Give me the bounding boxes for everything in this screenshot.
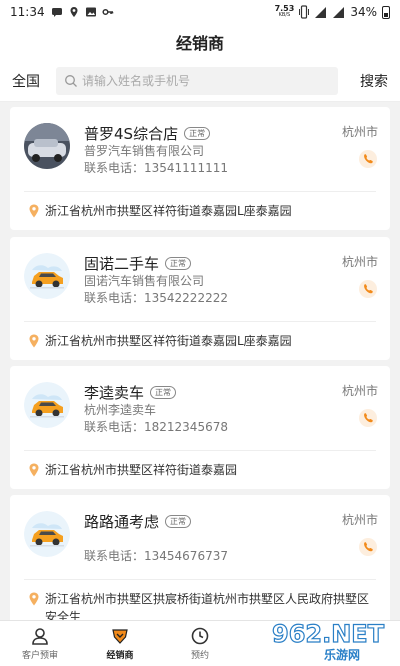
dealer-card[interactable]: 固诺二手车 正常 固诺汽车销售有限公司 联系电话：13542222222 杭州市… [10,237,390,360]
page-title: 经销商 [175,34,224,53]
dealer-name: 李逵卖车 [84,384,145,402]
status-badge: 正常 [165,257,192,270]
dealer-card[interactable]: 普罗4S综合店 正常 普罗汽车销售有限公司 联系电话：13541111111 杭… [10,107,390,230]
car-icon [24,382,70,428]
signal-icon [315,6,327,18]
dealer-city: 杭州市 [341,384,378,398]
tab-dealer[interactable]: 经销商 [80,621,160,666]
vibrate-icon [299,5,310,19]
dealer-card[interactable]: 李逵卖车 正常 杭州李逵卖车 联系电话：18212345678 杭州市 浙江省杭… [10,366,390,489]
signal-icon-2 [333,6,345,18]
dealer-company: 普罗汽车销售有限公司 [84,144,205,158]
dealer-phone: 联系电话：18212345678 [84,420,228,434]
key-icon [102,8,113,16]
watermark-logo: 962.NET [271,619,385,648]
image-icon [85,7,96,17]
search-box[interactable] [56,66,338,95]
net-speed: 7.53 KB/S [275,5,295,19]
dealer-city: 杭州市 [341,513,378,527]
dealer-name: 普罗4S综合店 [84,125,179,143]
location-pin-icon [29,334,39,348]
dealer-phone: 联系电话：13454676737 [84,549,228,563]
location-pin-icon [29,463,39,477]
search-button[interactable]: 搜索 [360,71,388,91]
dealer-address: 浙江省杭州市拱墅区祥符街道泰嘉园 [10,451,390,489]
address-text: 浙江省杭州市拱墅区祥符街道泰嘉园L座泰嘉园 [45,334,292,348]
tab-appointment[interactable]: 预约 [160,621,240,666]
watermark-logo-text: 962.NET [272,620,385,648]
dealer-name: 路路通考虑 [84,513,160,531]
dealer-phone: 联系电话：13541111111 [84,161,228,175]
status-time: 11:34 [10,5,45,19]
status-bar: 11:34 7.53 KB/S 34% [0,0,400,24]
net-speed-unit: KB/S [278,12,291,18]
tab-customer-review[interactable]: 客户预审 [0,621,80,666]
dealer-address: 浙江省杭州市拱墅区祥符街道泰嘉园L座泰嘉园 [10,322,390,360]
dealer-phone: 联系电话：13542222222 [84,291,228,305]
dealer-company: 固诺汽车销售有限公司 [84,274,205,288]
phone-icon[interactable] [358,149,378,169]
location-icon [70,7,78,17]
watermark: 962.NET 乐游网 [264,618,394,664]
page-header: 经销商 [0,24,400,60]
store-photo [24,123,70,169]
phone-icon[interactable] [358,537,378,557]
phone-icon[interactable] [358,279,378,299]
battery-icon [382,5,390,19]
dealer-address: 浙江省杭州市拱墅区祥符街道泰嘉园L座泰嘉园 [10,192,390,230]
tab-label: 客户预审 [21,651,58,661]
search-input[interactable] [82,73,330,88]
address-text: 浙江省杭州市拱墅区祥符街道泰嘉园L座泰嘉园 [45,204,292,218]
location-pin-icon [29,204,39,218]
dealer-card[interactable]: 路路通考虑 正常 联系电话：13454676737 杭州市 浙江省杭州市拱墅区拱… [10,495,390,636]
watermark-subtext: 乐游网 [324,648,361,662]
status-badge: 正常 [150,386,177,399]
address-text: 浙江省杭州市拱墅区祥符街道泰嘉园 [45,463,238,477]
message-icon [51,8,62,17]
dealer-city: 杭州市 [341,255,378,269]
dealer-city: 杭州市 [341,125,378,139]
location-pin-icon [29,592,39,606]
dealer-icon [112,629,128,644]
net-speed-value: 7.53 [274,4,295,13]
tab-label: 经销商 [106,651,134,661]
status-right: 7.53 KB/S 34% [275,5,390,19]
person-icon [32,628,48,645]
car-icon [24,511,70,557]
dealer-company: 杭州李逵卖车 [84,403,157,417]
battery-percent: 34% [350,5,377,19]
phone-icon[interactable] [358,408,378,428]
tab-label: 预约 [190,651,209,661]
car-icon [24,253,70,299]
dealer-name: 固诺二手车 [84,255,160,273]
status-badge: 正常 [165,515,192,528]
region-filter[interactable]: 全国 [12,71,56,91]
clock-icon [191,627,209,645]
status-badge: 正常 [184,127,211,140]
search-row: 全国 搜索 [0,60,400,102]
search-icon [65,74,77,87]
